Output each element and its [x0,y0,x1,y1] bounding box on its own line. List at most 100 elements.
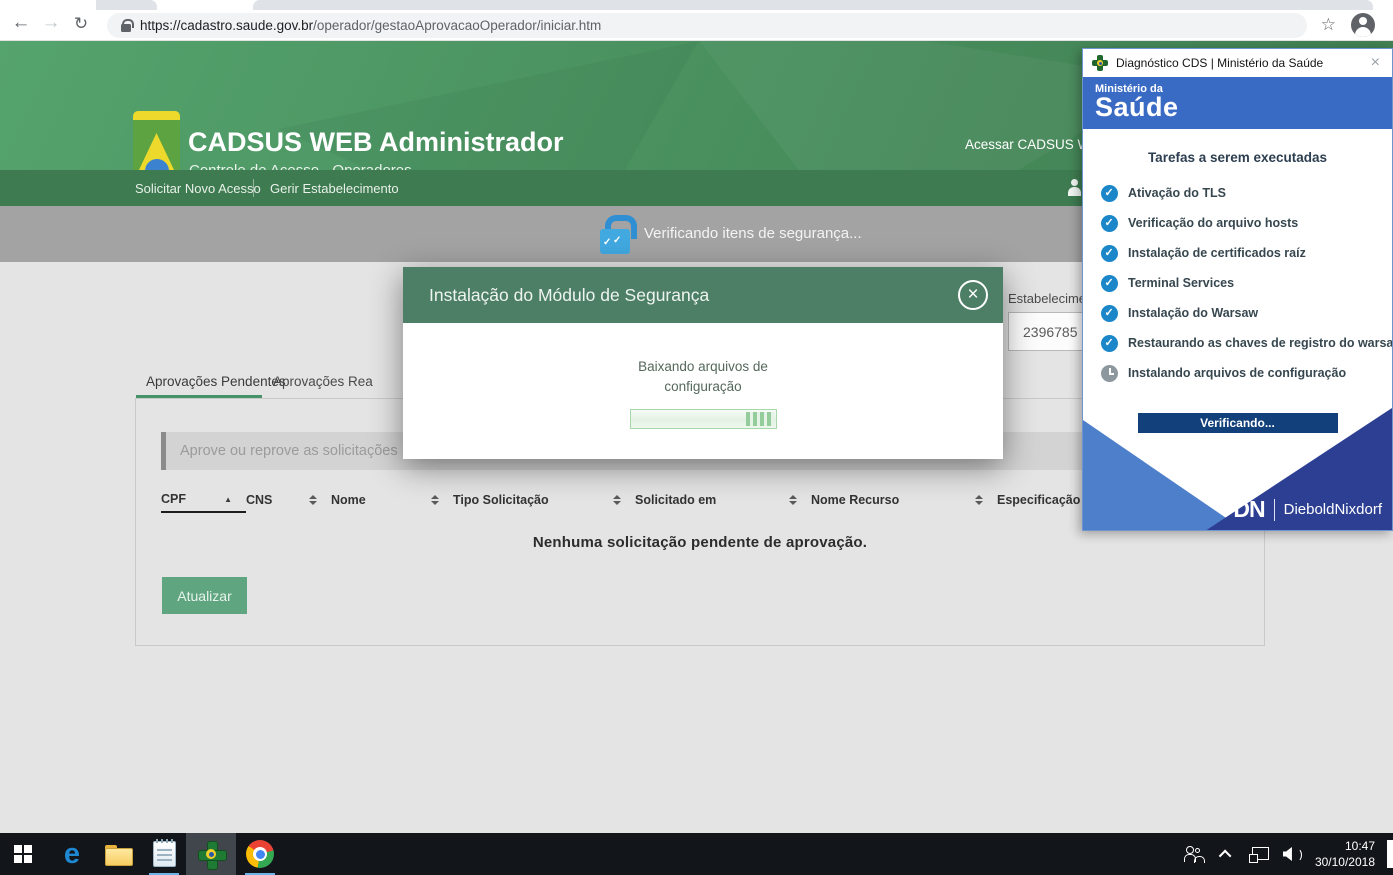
sort-icon[interactable] [975,495,983,505]
page-title: CADSUS WEB Administrador [188,127,564,158]
https-lock-icon [121,19,131,32]
column-label: Solicitado em [635,493,716,507]
modal-close-icon[interactable]: × [958,280,988,310]
browser-profile-icon[interactable] [1351,13,1375,37]
taskbar-notepad-icon[interactable] [142,833,186,875]
ministerio-saude-banner: Ministério da Saúde [1083,77,1392,129]
back-icon[interactable]: ← [8,12,34,34]
check-circle-icon: ✓ [1101,335,1118,352]
refresh-button[interactable]: Atualizar [162,577,247,614]
task-label: Restaurando as chaves de registro do war… [1128,336,1393,350]
task-list: ✓ Ativação do TLS ✓ Verificação do arqui… [1101,178,1392,388]
check-icon: ✓ [613,235,621,246]
dn-logo-name: DieboldNixdorf [1284,501,1382,518]
access-cadsus-link[interactable]: Acessar CADSUS We [965,137,1098,152]
column-header-tipo-solicitacao[interactable]: Tipo Solicitação [453,487,635,513]
edge-icon: e [64,840,80,869]
task-item: ✓ Terminal Services [1101,268,1392,298]
people-tray-icon[interactable] [1184,846,1206,862]
verifying-button[interactable]: Verificando... [1138,413,1338,433]
chrome-icon [246,840,274,868]
tab-aprovacoes-realizadas[interactable]: Aprovações Rea [273,374,373,389]
nav-item-solicitar-novo-acesso[interactable]: Solicitar Novo Acesso [135,181,261,196]
diagnostic-close-icon[interactable]: × [1368,54,1383,72]
task-label: Verificação do arquivo hosts [1128,216,1298,230]
sus-logo-top [133,111,180,120]
column-label: CPF [161,492,186,506]
security-banner-text: Verificando itens de segurança... [644,225,862,242]
column-header-nome[interactable]: Nome [331,487,453,513]
check-circle-icon: ✓ [1101,275,1118,292]
table-header-row: CPF ▲ CNS Nome Tipo Solicitação Solicita… [161,487,1241,513]
diagnostic-titlebar[interactable]: Diagnóstico CDS | Ministério da Saúde × [1083,49,1392,77]
taskbar-file-explorer-icon[interactable] [96,833,140,875]
sort-icon[interactable] [309,495,317,505]
browser-tab-partial[interactable] [96,0,157,10]
sort-icon[interactable] [613,495,621,505]
taskbar-edge-icon[interactable]: e [50,833,94,875]
taskbar-cds-diagnostic-icon-active[interactable] [186,833,236,875]
empty-table-message: Nenhuma solicitação pendente de aprovaçã… [136,534,1264,551]
column-label: Especificação [997,493,1080,507]
notepad-icon [153,841,176,867]
dn-logo-divider [1274,499,1275,521]
modal-status-line1: Baixando arquivos de [403,357,1003,377]
system-tray: 10:47 30/10/2018 [1184,833,1393,875]
sort-icon[interactable] [431,495,439,505]
column-label: Tipo Solicitação [453,493,549,507]
column-header-cns[interactable]: CNS [246,487,331,513]
brand-saude: Saúde [1095,92,1392,123]
progress-marquee [746,412,774,426]
bookmark-star-icon[interactable]: ☆ [1321,15,1336,35]
user-icon[interactable] [1067,179,1081,196]
browser-tab-partial[interactable] [253,0,1373,10]
tray-chevron-up-icon[interactable] [1219,849,1232,862]
security-lock-icon: ✓ ✓ [598,215,632,255]
column-label: CNS [246,493,272,507]
taskbar-clock[interactable]: 10:47 30/10/2018 [1315,838,1375,870]
network-icon[interactable] [1249,847,1267,861]
security-lock-body: ✓ ✓ [600,229,630,254]
windows-taskbar: e 10:47 30/10/2018 [0,833,1393,875]
task-item: ✓ Instalação de certificados raíz [1101,238,1392,268]
action-center-icon[interactable] [1387,840,1393,868]
volume-icon[interactable] [1283,847,1301,861]
modal-header: Instalação do Módulo de Segurança [403,267,1003,323]
tray-time: 10:47 [1315,838,1375,854]
page-subtitle: Controle de Acesso - Operadores [189,162,412,170]
column-header-solicitado-em[interactable]: Solicitado em [635,487,811,513]
cds-cross-icon [1092,55,1108,71]
task-label: Ativação do TLS [1128,186,1226,200]
column-header-cpf[interactable]: CPF ▲ [161,487,246,513]
forward-icon[interactable]: → [38,12,64,34]
tasks-heading: Tarefas a serem executadas [1083,150,1392,165]
security-module-modal: Instalação do Módulo de Segurança × Baix… [403,267,1003,459]
task-item: Instalando arquivos de configuração [1101,358,1392,388]
tab-aprovacoes-pendentes[interactable]: Aprovações Pendentes [146,374,286,389]
reload-icon[interactable]: ↻ [68,14,94,34]
diagnostic-window-title: Diagnóstico CDS | Ministério da Saúde [1116,56,1368,70]
task-label: Terminal Services [1128,276,1234,290]
task-item: ✓ Instalação do Warsaw [1101,298,1392,328]
sus-logo [133,111,180,170]
url-text[interactable]: https://cadastro.saude.gov.br/operador/g… [140,18,601,33]
check-icon: ✓ [603,237,611,248]
taskbar-chrome-icon[interactable] [238,833,282,875]
nav-item-gerir-estabelecimento[interactable]: Gerir Estabelecimento [270,181,399,196]
sort-asc-icon[interactable]: ▲ [224,495,232,504]
column-header-nome-recurso[interactable]: Nome Recurso [811,487,997,513]
clock-icon [1101,365,1118,382]
address-bar[interactable]: https://cadastro.saude.gov.br/operador/g… [107,13,1307,38]
column-label: Nome [331,493,366,507]
start-button[interactable] [0,833,46,875]
browser-tabstrip [0,0,1393,10]
cds-cross-icon [198,841,225,868]
windows-logo-icon [14,845,32,863]
modal-title: Instalação do Módulo de Segurança [429,285,709,306]
task-label: Instalando arquivos de configuração [1128,366,1346,380]
task-item: ✓ Ativação do TLS [1101,178,1392,208]
browser-toolbar: ← → ↻ https://cadastro.saude.gov.br/oper… [0,10,1393,41]
diagnostic-cds-window: Diagnóstico CDS | Ministério da Saúde × … [1082,48,1393,531]
sort-icon[interactable] [789,495,797,505]
url-host: https://cadastro.saude.gov.br [140,18,313,33]
